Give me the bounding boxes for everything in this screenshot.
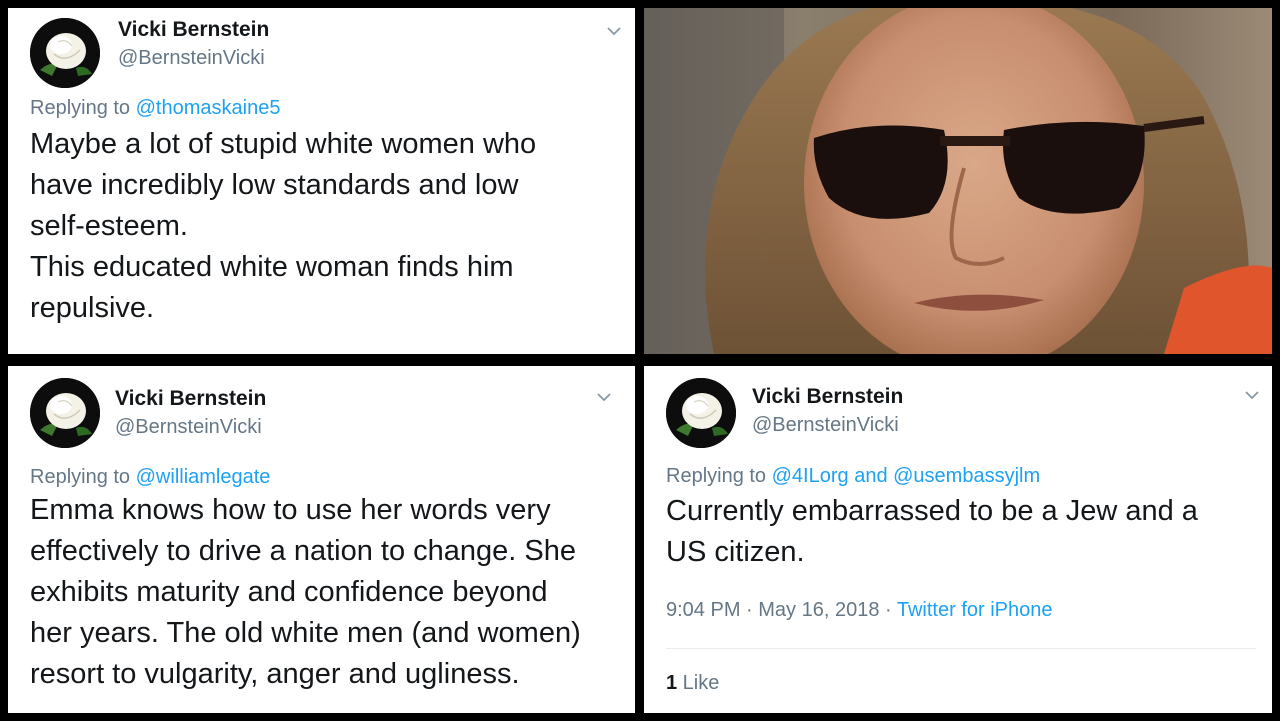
chevron-down-icon[interactable] bbox=[1241, 384, 1263, 406]
avatar[interactable] bbox=[30, 378, 100, 448]
tweet-meta: 9:04 PM · May 16, 2018 · Twitter for iPh… bbox=[666, 599, 1052, 622]
avatar[interactable] bbox=[30, 18, 100, 88]
white-rose-icon bbox=[666, 378, 736, 448]
profile-photo bbox=[644, 8, 1272, 354]
tweet-text: Maybe a lot of stupid white women who ha… bbox=[30, 128, 537, 324]
replying-prefix: Replying to bbox=[30, 97, 131, 119]
user-handle[interactable]: @BernsteinVicki bbox=[118, 47, 265, 70]
likes-count[interactable]: 1 Like bbox=[666, 672, 719, 695]
like-count: 1 bbox=[666, 672, 678, 694]
replying-prefix: Replying to bbox=[30, 466, 131, 488]
replying-to: Replying to @williamlegate bbox=[30, 466, 270, 489]
tweet-text: Emma knows how to use her words very eff… bbox=[30, 494, 581, 690]
white-rose-icon bbox=[30, 18, 100, 88]
like-label: Like bbox=[677, 672, 720, 694]
display-name[interactable]: Vicki Bernstein bbox=[752, 385, 903, 409]
tweet-card-2: Vicki Bernstein @BernsteinVicki Replying… bbox=[8, 366, 635, 713]
timestamp[interactable]: 9:04 PM · May 16, 2018 · bbox=[666, 599, 897, 621]
replying-prefix: Replying to bbox=[666, 465, 767, 487]
source-link[interactable]: Twitter for iPhone bbox=[897, 599, 1053, 621]
user-handle[interactable]: @BernsteinVicki bbox=[115, 416, 262, 439]
replying-to: Replying to @4ILorg and @usembassyjlm bbox=[666, 465, 1040, 488]
avatar[interactable] bbox=[666, 378, 736, 448]
white-rose-icon bbox=[30, 378, 100, 448]
display-name[interactable]: Vicki Bernstein bbox=[118, 18, 269, 42]
divider bbox=[666, 648, 1256, 649]
chevron-down-icon[interactable] bbox=[593, 386, 615, 408]
chevron-down-icon[interactable] bbox=[603, 20, 625, 42]
tweet-card-1: Vicki Bernstein @BernsteinVicki Replying… bbox=[8, 8, 635, 354]
display-name[interactable]: Vicki Bernstein bbox=[115, 387, 266, 411]
tweet-card-3: Vicki Bernstein @BernsteinVicki Replying… bbox=[644, 366, 1272, 713]
person-photo-image bbox=[644, 8, 1272, 354]
tweet-text: Currently embarrassed to be a Jew and a … bbox=[666, 495, 1198, 568]
replying-to-link[interactable]: @williamlegate bbox=[136, 466, 271, 488]
user-handle[interactable]: @BernsteinVicki bbox=[752, 414, 899, 437]
replying-to-link[interactable]: @4ILorg and @usembassyjlm bbox=[772, 465, 1041, 487]
replying-to: Replying to @thomaskaine5 bbox=[30, 97, 280, 120]
replying-to-link[interactable]: @thomaskaine5 bbox=[136, 97, 281, 119]
